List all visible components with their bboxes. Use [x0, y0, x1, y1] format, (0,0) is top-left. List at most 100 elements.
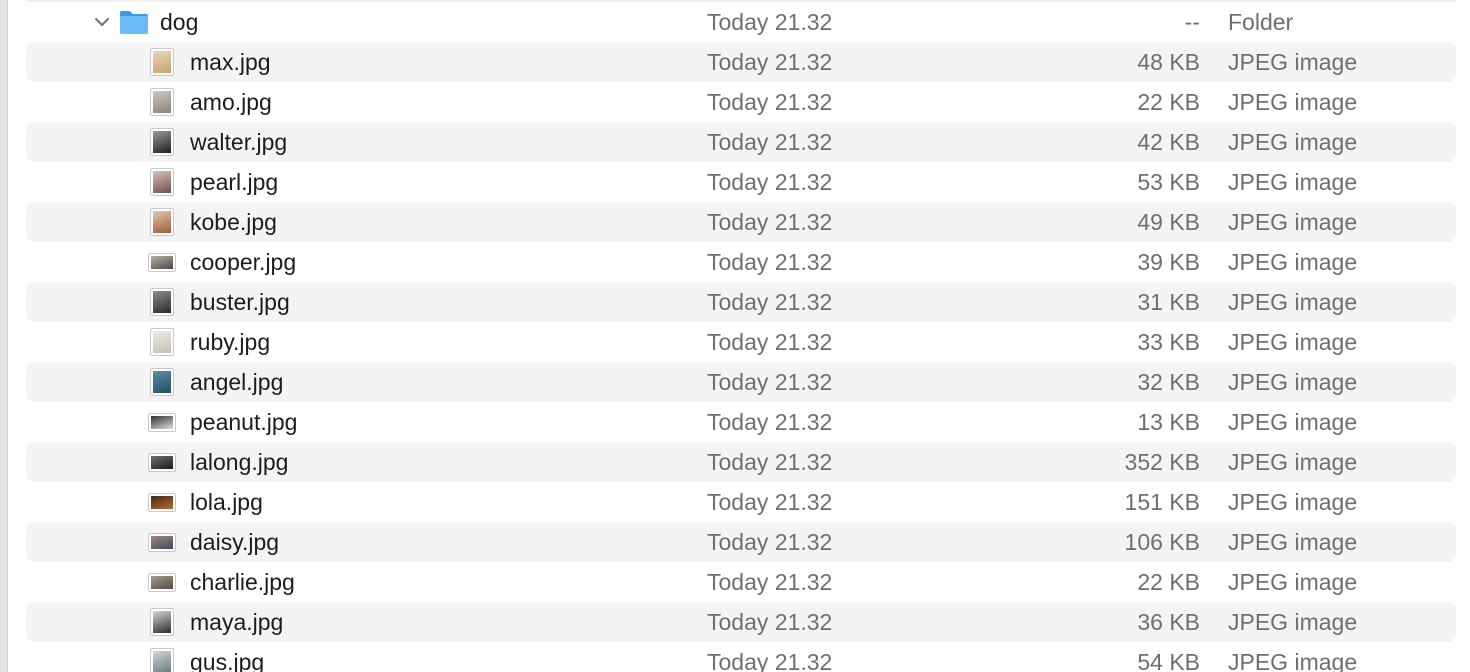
image-thumbnail-icon — [148, 413, 176, 432]
file-name[interactable]: max.jpg — [190, 42, 271, 82]
file-row[interactable]: kobe.jpg Today 21.32 49 KB JPEG image — [26, 202, 1456, 242]
file-date: Today 21.32 — [707, 449, 833, 475]
image-thumbnail-icon — [148, 493, 176, 512]
file-kind: JPEG image — [1228, 209, 1358, 235]
file-row[interactable]: buster.jpg Today 21.32 31 KB JPEG image — [26, 282, 1456, 322]
file-kind: JPEG image — [1228, 609, 1358, 635]
folder-size: -- — [1184, 9, 1200, 35]
image-thumbnail-icon — [150, 608, 174, 636]
file-name[interactable]: peanut.jpg — [190, 402, 297, 442]
folder-kind: Folder — [1228, 9, 1294, 35]
image-thumbnail-icon — [148, 533, 176, 552]
image-thumbnail-icon — [148, 253, 176, 272]
chevron-down-icon[interactable] — [94, 14, 110, 30]
file-row[interactable]: peanut.jpg Today 21.32 13 KB JPEG image — [26, 402, 1456, 442]
image-thumbnail-icon — [148, 453, 176, 472]
file-name[interactable]: lola.jpg — [190, 482, 263, 522]
file-kind: JPEG image — [1228, 169, 1358, 195]
file-name[interactable]: ruby.jpg — [190, 322, 270, 362]
file-size: 151 KB — [1124, 489, 1200, 515]
file-row[interactable]: angel.jpg Today 21.32 32 KB JPEG image — [26, 362, 1456, 402]
file-row[interactable]: charlie.jpg Today 21.32 22 KB JPEG image — [26, 562, 1456, 602]
file-date: Today 21.32 — [707, 369, 833, 395]
file-date: Today 21.32 — [707, 489, 833, 515]
file-row[interactable]: pearl.jpg Today 21.32 53 KB JPEG image — [26, 162, 1456, 202]
file-kind: JPEG image — [1228, 329, 1358, 355]
file-row[interactable]: ruby.jpg Today 21.32 33 KB JPEG image — [26, 322, 1456, 362]
file-size: 49 KB — [1137, 209, 1200, 235]
file-row[interactable]: lola.jpg Today 21.32 151 KB JPEG image — [26, 482, 1456, 522]
file-name[interactable]: lalong.jpg — [190, 442, 288, 482]
file-name[interactable]: gus.jpg — [190, 642, 264, 672]
file-kind: JPEG image — [1228, 49, 1358, 75]
file-kind: JPEG image — [1228, 89, 1358, 115]
image-thumbnail-icon — [150, 328, 174, 356]
file-row[interactable]: amo.jpg Today 21.32 22 KB JPEG image — [26, 82, 1456, 122]
file-kind: JPEG image — [1228, 529, 1358, 555]
file-name[interactable]: walter.jpg — [190, 122, 287, 162]
folder-row[interactable]: dog Today 21.32 -- Folder — [26, 2, 1456, 42]
file-size: 352 KB — [1124, 449, 1200, 475]
file-size: 13 KB — [1137, 409, 1200, 435]
image-thumbnail-icon — [150, 368, 174, 396]
file-name[interactable]: maya.jpg — [190, 602, 283, 642]
file-name[interactable]: daisy.jpg — [190, 522, 279, 562]
image-thumbnail-icon — [150, 648, 174, 672]
image-thumbnail-icon — [150, 48, 174, 76]
file-row[interactable]: lalong.jpg Today 21.32 352 KB JPEG image — [26, 442, 1456, 482]
file-row[interactable]: daisy.jpg Today 21.32 106 KB JPEG image — [26, 522, 1456, 562]
file-date: Today 21.32 — [707, 169, 833, 195]
file-name[interactable]: charlie.jpg — [190, 562, 295, 602]
folder-name[interactable]: dog — [160, 2, 198, 42]
image-thumbnail-icon — [150, 208, 174, 236]
file-date: Today 21.32 — [707, 649, 833, 672]
file-name[interactable]: amo.jpg — [190, 82, 272, 122]
file-kind: JPEG image — [1228, 409, 1358, 435]
file-row[interactable]: walter.jpg Today 21.32 42 KB JPEG image — [26, 122, 1456, 162]
folder-icon — [120, 11, 148, 34]
image-thumbnail-icon — [148, 573, 176, 592]
file-size: 32 KB — [1137, 369, 1200, 395]
file-row[interactable]: cooper.jpg Today 21.32 39 KB JPEG image — [26, 242, 1456, 282]
image-thumbnail-icon — [150, 128, 174, 156]
file-date: Today 21.32 — [707, 49, 833, 75]
sidebar-edge — [0, 0, 8, 672]
file-kind: JPEG image — [1228, 649, 1358, 672]
file-row[interactable]: maya.jpg Today 21.32 36 KB JPEG image — [26, 602, 1456, 642]
file-date: Today 21.32 — [707, 609, 833, 635]
file-name[interactable]: buster.jpg — [190, 282, 290, 322]
file-name[interactable]: pearl.jpg — [190, 162, 278, 202]
file-kind: JPEG image — [1228, 129, 1358, 155]
folder-date: Today 21.32 — [707, 9, 833, 35]
file-size: 48 KB — [1137, 49, 1200, 75]
file-name[interactable]: cooper.jpg — [190, 242, 296, 282]
file-size: 31 KB — [1137, 289, 1200, 315]
finder-list-view: dog Today 21.32 -- Folder max.jpg Today 2… — [0, 0, 1470, 672]
file-date: Today 21.32 — [707, 209, 833, 235]
image-thumbnail-icon — [150, 288, 174, 316]
file-size: 54 KB — [1137, 649, 1200, 672]
image-thumbnail-icon — [150, 168, 174, 196]
file-date: Today 21.32 — [707, 409, 833, 435]
file-kind: JPEG image — [1228, 449, 1358, 475]
file-size: 22 KB — [1137, 569, 1200, 595]
file-size: 22 KB — [1137, 89, 1200, 115]
file-kind: JPEG image — [1228, 369, 1358, 395]
file-row[interactable]: max.jpg Today 21.32 48 KB JPEG image — [26, 42, 1456, 82]
file-kind: JPEG image — [1228, 489, 1358, 515]
file-row[interactable]: gus.jpg Today 21.32 54 KB JPEG image — [26, 642, 1456, 672]
file-kind: JPEG image — [1228, 249, 1358, 275]
file-date: Today 21.32 — [707, 129, 833, 155]
file-size: 33 KB — [1137, 329, 1200, 355]
file-kind: JPEG image — [1228, 569, 1358, 595]
file-name[interactable]: angel.jpg — [190, 362, 283, 402]
file-date: Today 21.32 — [707, 529, 833, 555]
file-date: Today 21.32 — [707, 329, 833, 355]
file-kind: JPEG image — [1228, 289, 1358, 315]
file-size: 42 KB — [1137, 129, 1200, 155]
file-date: Today 21.32 — [707, 89, 833, 115]
image-thumbnail-icon — [150, 88, 174, 116]
file-list: dog Today 21.32 -- Folder max.jpg Today 2… — [26, 2, 1456, 672]
file-size: 53 KB — [1137, 169, 1200, 195]
file-name[interactable]: kobe.jpg — [190, 202, 277, 242]
